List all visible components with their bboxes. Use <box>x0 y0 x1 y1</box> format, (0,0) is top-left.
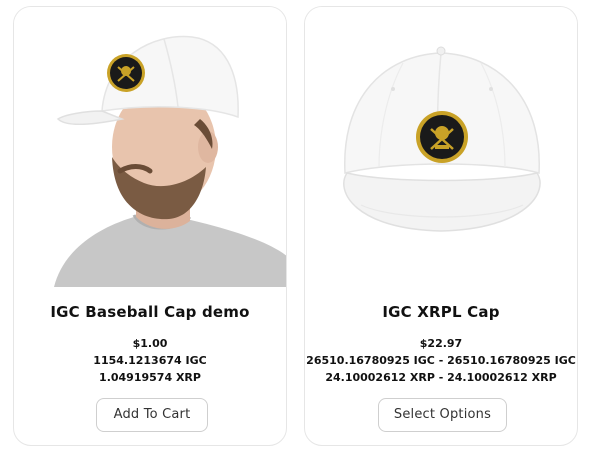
white-cap-photo <box>305 7 577 287</box>
product-price: $1.00 1154.1213674 IGC 1.04919574 XRP <box>14 335 286 386</box>
product-title[interactable]: IGC Baseball Cap demo <box>14 303 286 321</box>
product-card-xrpl-cap[interactable]: IGC XRPL Cap $22.97 26510.16780925 IGC -… <box>304 6 578 446</box>
price-igc: 1154.1213674 IGC <box>93 354 207 367</box>
igc-logo-badge-icon <box>416 111 468 163</box>
product-card-baseball-cap[interactable]: IGC Baseball Cap demo $1.00 1154.1213674… <box>13 6 287 446</box>
price-xrp: 24.10002612 XRP - 24.10002612 XRP <box>325 371 557 384</box>
price-usd: $22.97 <box>419 337 463 350</box>
product-image-xrpl-cap[interactable] <box>305 7 577 287</box>
price-usd: $1.00 <box>132 337 168 350</box>
price-igc: 26510.16780925 IGC - 26510.16780925 IGC <box>306 354 576 367</box>
select-options-button[interactable]: Select Options <box>378 398 507 432</box>
add-to-cart-button[interactable]: Add To Cart <box>96 398 208 432</box>
product-title[interactable]: IGC XRPL Cap <box>305 303 577 321</box>
man-wearing-cap-photo <box>14 7 286 287</box>
product-image-baseball-cap[interactable] <box>14 7 286 287</box>
igc-logo-badge-icon <box>107 54 145 92</box>
price-xrp: 1.04919574 XRP <box>99 371 201 384</box>
product-price: $22.97 26510.16780925 IGC - 26510.167809… <box>305 335 577 386</box>
